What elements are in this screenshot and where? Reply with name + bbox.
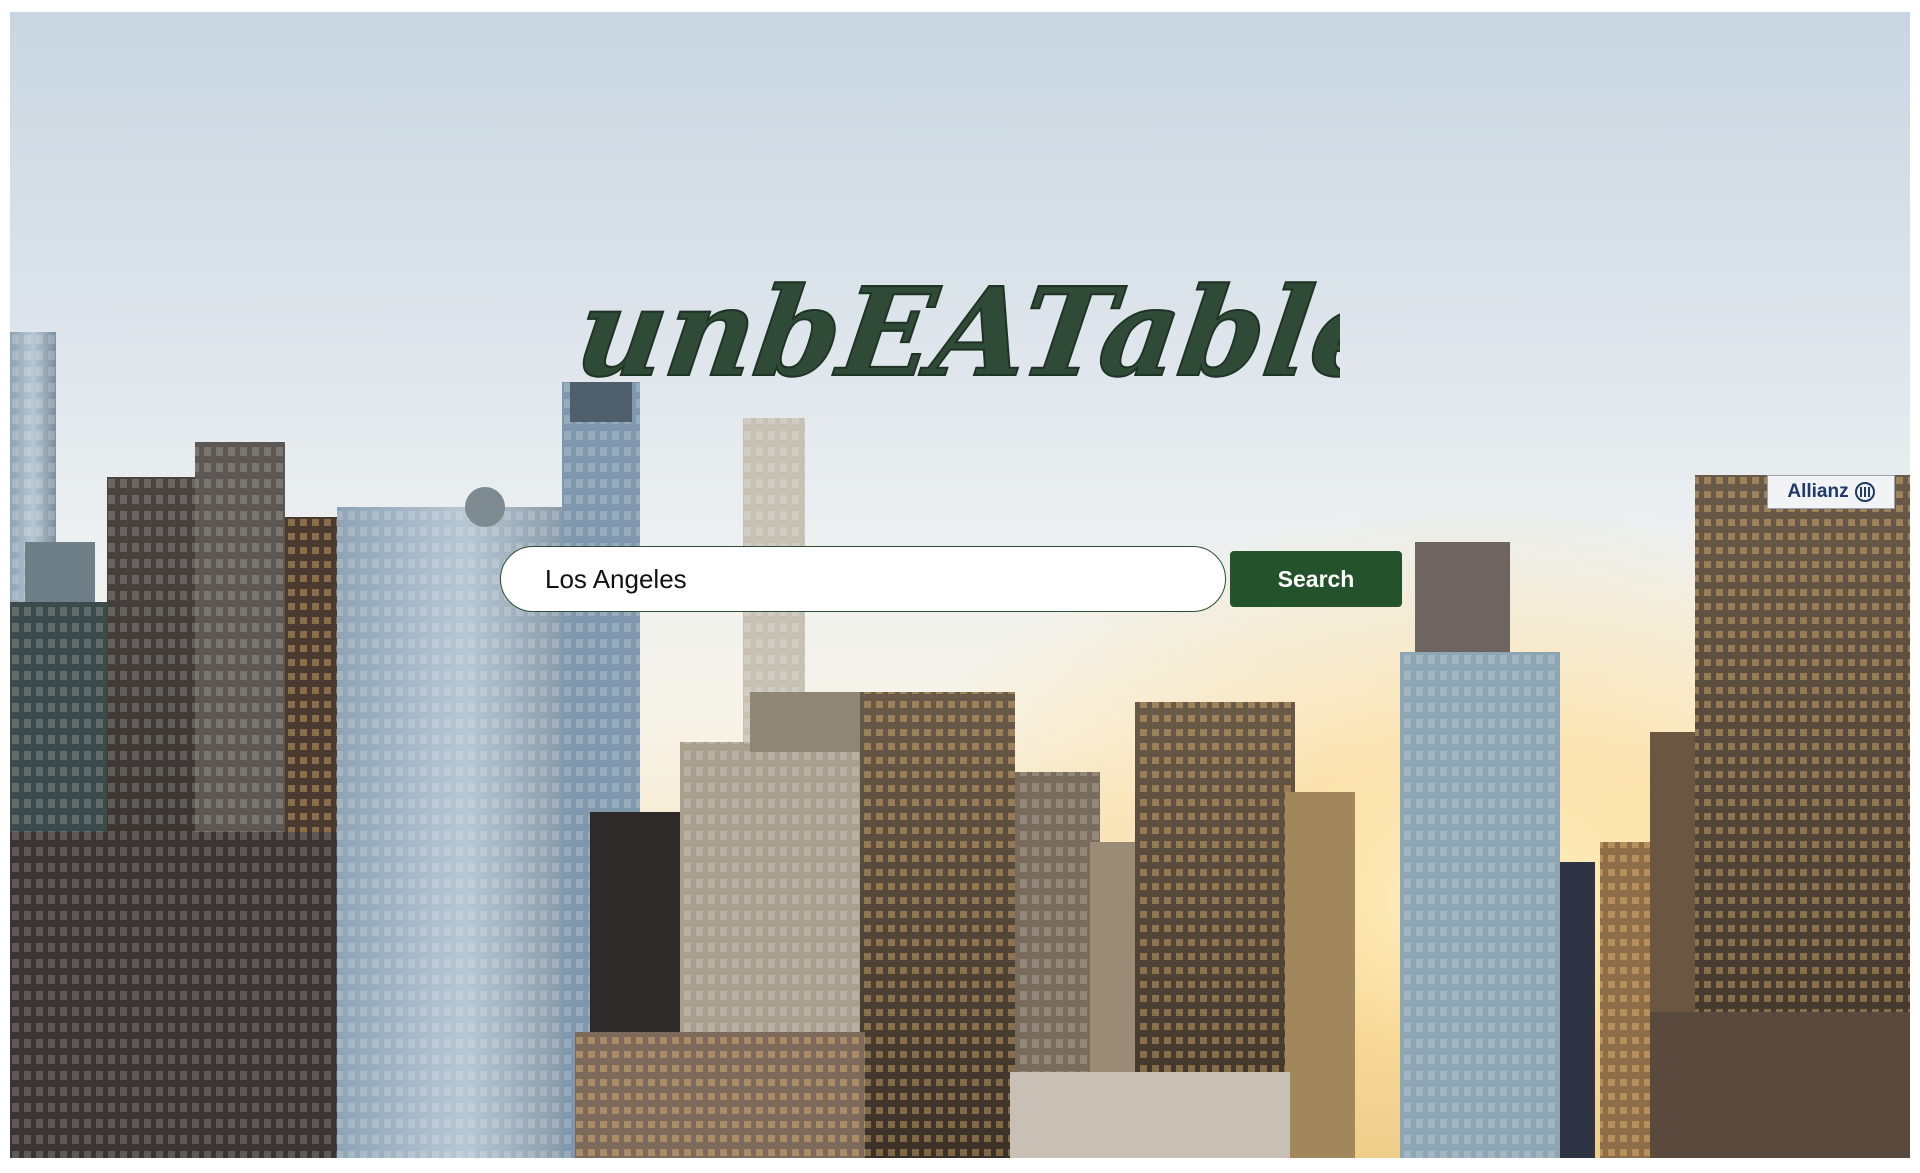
allianz-logo-icon (1854, 482, 1875, 502)
search-input[interactable] (500, 546, 1226, 612)
brand-logo: unbEATable (567, 250, 1400, 420)
brand-logo-image: unbEATable (567, 260, 1400, 405)
brand-logo-text: unbEATable (580, 261, 1340, 404)
billboard-sign: Allianz (1767, 475, 1895, 509)
search-bar: Search (500, 546, 1402, 612)
search-button[interactable]: Search (1230, 551, 1402, 607)
billboard-sign-text: Allianz (1787, 481, 1849, 502)
page: Allianz unbEATable Search (0, 0, 1920, 1173)
